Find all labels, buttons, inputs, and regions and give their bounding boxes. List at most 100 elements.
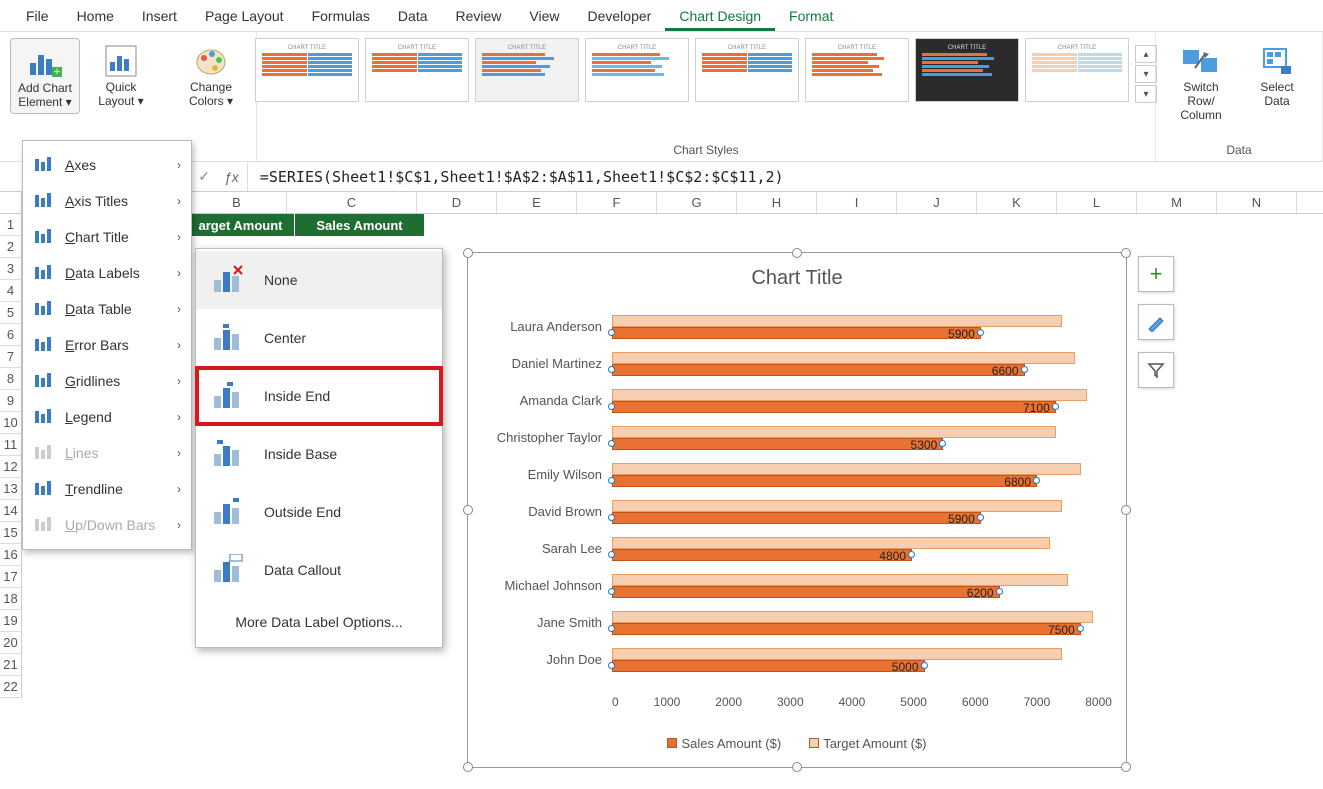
row-header[interactable]: 8 [0,368,22,390]
tab-developer[interactable]: Developer [574,0,666,31]
series-select-handle[interactable] [608,514,615,521]
fx-icon[interactable]: ƒx [216,169,247,185]
bar-sales[interactable] [612,660,925,672]
data-label-option-none[interactable]: None [196,251,442,309]
resize-handle[interactable] [1121,248,1131,258]
bar-target[interactable] [612,500,1062,512]
series-select-handle[interactable] [608,440,615,447]
series-select-handle[interactable] [996,588,1003,595]
row-header[interactable]: 15 [0,522,22,544]
bar-target[interactable] [612,426,1056,438]
column-header[interactable]: H [737,192,817,213]
tab-review[interactable]: Review [442,0,516,31]
tab-home[interactable]: Home [63,0,128,31]
category-label[interactable]: John Doe [482,652,612,667]
category-label[interactable]: Laura Anderson [482,319,612,334]
chart-style-thumb[interactable]: CHART TITLE [255,38,359,102]
row-header[interactable]: 9 [0,390,22,412]
bar-target[interactable] [612,315,1062,327]
data-label[interactable]: 6600 [992,364,1025,378]
bar-target[interactable] [612,611,1093,623]
bar-target[interactable] [612,574,1068,586]
plot-area[interactable]: Laura Anderson5900Daniel Martinez6600Ama… [482,308,1112,687]
chart-style-thumb[interactable]: CHART TITLE [695,38,799,102]
bar-sales[interactable] [612,438,943,450]
series-select-handle[interactable] [939,440,946,447]
column-header[interactable]: L [1057,192,1137,213]
formula-accept-button[interactable]: ✓ [198,168,210,185]
menu-item-legend[interactable]: Legend› [23,399,191,435]
menu-item-axes[interactable]: Axes› [23,147,191,183]
column-header[interactable]: N [1217,192,1297,213]
bar-sales[interactable] [612,327,981,339]
column-header[interactable]: I [817,192,897,213]
row-header[interactable]: 4 [0,280,22,302]
data-label[interactable]: 5900 [948,512,981,526]
column-header[interactable]: G [657,192,737,213]
series-select-handle[interactable] [608,366,615,373]
menu-item-axis-titles[interactable]: Axis Titles› [23,183,191,219]
resize-handle[interactable] [792,762,802,772]
data-label-option-inside-base[interactable]: Inside Base [196,425,442,483]
row-header[interactable]: 21 [0,654,22,676]
series-select-handle[interactable] [608,477,615,484]
series-select-handle[interactable] [608,403,615,410]
styles-down-button[interactable]: ▾ [1135,65,1157,83]
column-header[interactable]: C [287,192,417,213]
chart-style-thumb[interactable]: CHART TITLE [1025,38,1129,102]
chart-object[interactable]: Chart Title Laura Anderson5900Daniel Mar… [467,252,1127,768]
tab-formulas[interactable]: Formulas [298,0,384,31]
row-header[interactable]: 1 [0,214,22,236]
tab-chart-design[interactable]: Chart Design [665,0,775,31]
bar-target[interactable] [612,352,1075,364]
styles-up-button[interactable]: ▴ [1135,45,1157,63]
bar-sales[interactable] [612,401,1056,413]
data-label-option-data-callout[interactable]: Data Callout [196,541,442,599]
x-axis[interactable]: 010002000300040005000600070008000 [612,695,1112,709]
bar-target[interactable] [612,463,1081,475]
bar-target[interactable] [612,648,1062,660]
tab-view[interactable]: View [515,0,573,31]
data-label[interactable]: 7100 [1023,401,1056,415]
resize-handle[interactable] [463,762,473,772]
menu-item-error-bars[interactable]: Error Bars› [23,327,191,363]
data-label[interactable]: 4800 [879,549,912,563]
resize-handle[interactable] [463,505,473,515]
chart-style-thumb[interactable]: CHART TITLE [475,38,579,102]
data-label-option-inside-end[interactable]: Inside End [196,367,442,425]
styles-more-button[interactable]: ▾ [1135,85,1157,103]
chart-filters-button[interactable] [1138,352,1174,388]
column-header[interactable]: B [187,192,287,213]
menu-item-data-table[interactable]: Data Table› [23,291,191,327]
column-header[interactable]: K [977,192,1057,213]
series-select-handle[interactable] [1052,403,1059,410]
data-label-option-center[interactable]: Center [196,309,442,367]
series-select-handle[interactable] [1033,477,1040,484]
data-label[interactable]: 5900 [948,327,981,341]
series-select-handle[interactable] [977,514,984,521]
row-header[interactable]: 20 [0,632,22,654]
row-header[interactable]: 7 [0,346,22,368]
resize-handle[interactable] [1121,762,1131,772]
data-label[interactable]: 6800 [1004,475,1037,489]
bar-target[interactable] [612,537,1050,549]
legend[interactable]: Sales Amount ($) Target Amount ($) [468,736,1126,751]
bar-sales[interactable] [612,364,1025,376]
chart-styles-button[interactable] [1138,304,1174,340]
bar-sales[interactable] [612,549,912,561]
tab-data[interactable]: Data [384,0,442,31]
chart-style-thumb[interactable]: CHART TITLE [585,38,689,102]
category-label[interactable]: Daniel Martinez [482,356,612,371]
data-label[interactable]: 5000 [892,660,925,674]
series-select-handle[interactable] [1077,625,1084,632]
column-header[interactable]: M [1137,192,1217,213]
change-colors-button[interactable]: Change Colors ▾ [176,38,246,112]
bar-sales[interactable] [612,512,981,524]
row-header[interactable]: 17 [0,566,22,588]
data-label-option-outside-end[interactable]: Outside End [196,483,442,541]
row-header[interactable]: 11 [0,434,22,456]
more-data-label-options[interactable]: More Data Label Options... [196,599,442,645]
menu-item-chart-title[interactable]: Chart Title› [23,219,191,255]
row-header[interactable]: 2 [0,236,22,258]
data-label[interactable]: 6200 [967,586,1000,600]
